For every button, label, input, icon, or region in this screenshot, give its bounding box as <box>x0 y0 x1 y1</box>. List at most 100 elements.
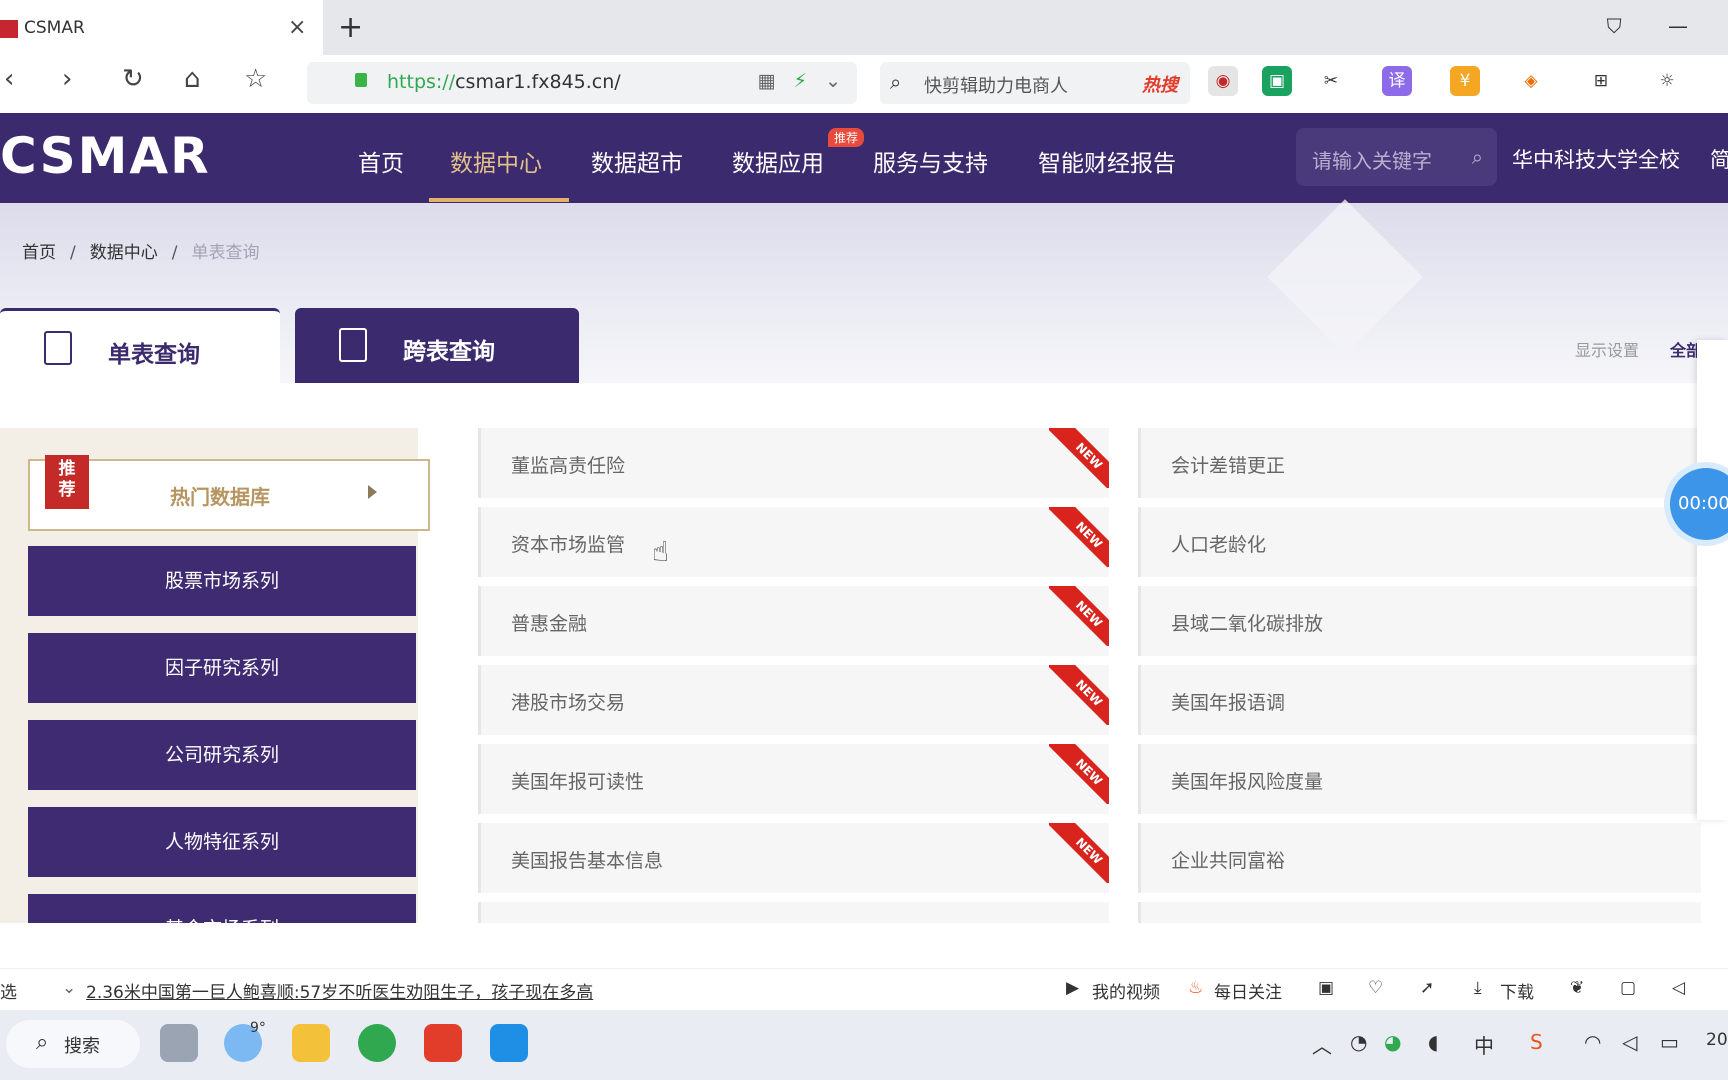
ime-indicator[interactable]: 中 <box>1474 1030 1494 1059</box>
site-search-placeholder: 请输入关键字 <box>1312 149 1432 173</box>
list-item[interactable]: 企业共同富裕 <box>1138 823 1701 893</box>
brightness-icon[interactable]: ☼ <box>1652 66 1682 96</box>
nav-data-market[interactable]: 数据超市 <box>591 144 683 178</box>
list-item[interactable]: 美国报告基本信息 NEW <box>478 823 1109 893</box>
download-link[interactable]: 下载 <box>1500 978 1534 1003</box>
coupon-icon[interactable]: ¥ <box>1450 66 1480 96</box>
speaker-icon[interactable]: ◁ <box>1672 978 1685 998</box>
minimize-icon[interactable]: — <box>1668 14 1688 38</box>
csmar-logo[interactable]: CSMAR <box>0 127 211 185</box>
taskbar-search-label: 搜索 <box>64 1036 100 1057</box>
window-controls: ⛉ — <box>1607 14 1728 38</box>
nav-active-underline <box>429 198 569 202</box>
list-item[interactable]: 美国年报风险度量 <box>1138 744 1701 814</box>
list-item[interactable]: 董监高责任险 NEW <box>478 428 1109 498</box>
list-item[interactable]: 人口老龄化 <box>1138 507 1701 577</box>
my-video-link[interactable]: 我的视频 <box>1092 978 1160 1003</box>
tab-cross-table-query[interactable]: 跨表查询 <box>295 308 579 383</box>
series-factor-research[interactable]: 因子研究系列 <box>28 633 416 703</box>
news-link[interactable]: 2.36米中国第一巨人鲍喜顺:57岁不听医生劝阻生子，孩子现在多高 <box>86 978 593 1003</box>
scissors-icon[interactable]: ✂ <box>1316 66 1346 96</box>
nav-data-apps[interactable]: 数据应用 <box>732 144 824 178</box>
site-search-input[interactable]: 请输入关键字 ⌕ <box>1296 128 1497 186</box>
breadcrumb-data-center[interactable]: 数据中心 <box>90 243 158 263</box>
apps-grid-icon[interactable]: ⊞ <box>1586 66 1616 96</box>
floating-toolbar[interactable] <box>1697 340 1728 820</box>
address-bar[interactable]: https://csmar1.fx845.cn/ ▦ ⚡ ⌄ <box>307 62 857 104</box>
battery-icon[interactable]: ▭ <box>1660 1030 1679 1054</box>
series-person-features[interactable]: 人物特征系列 <box>28 807 416 877</box>
game-controller-icon[interactable]: ◈ <box>1516 66 1546 96</box>
lightning-icon[interactable]: ⚡ <box>794 70 807 92</box>
translate-icon[interactable]: 译 <box>1382 66 1412 96</box>
list-item-partial[interactable] <box>478 902 1109 923</box>
tab-single-table-query[interactable]: 单表查询 <box>0 308 280 386</box>
list-item[interactable]: 资本市场监管 NEW <box>478 507 1109 577</box>
language-switch[interactable]: 简 <box>1710 144 1728 174</box>
tablet-app-icon[interactable] <box>490 1024 528 1062</box>
display-settings-link[interactable]: 显示设置 <box>1575 337 1639 361</box>
browser-search-box[interactable]: ⌕ 快剪辑助力电商人 热搜 <box>880 62 1190 104</box>
hot-search-label[interactable]: 热搜 <box>1142 71 1178 97</box>
series-company-research[interactable]: 公司研究系列 <box>28 720 416 790</box>
download-icon: ⤓ <box>1474 978 1482 998</box>
list-item[interactable]: 会计差错更正 <box>1138 428 1701 498</box>
breadcrumb-home[interactable]: 首页 <box>22 243 56 263</box>
status-left-text[interactable]: 选 <box>0 978 17 1003</box>
image-icon[interactable]: ▣ <box>1318 978 1334 998</box>
list-item[interactable]: 美国年报语调 <box>1138 665 1701 735</box>
clock[interactable]: 20 <box>1706 1030 1728 1050</box>
list-item[interactable]: 美国年报可读性 NEW <box>478 744 1109 814</box>
bookmark-star-icon[interactable]: ☆ <box>244 64 267 94</box>
list-item[interactable]: 县域二氧化碳排放 <box>1138 586 1701 656</box>
list-item-partial[interactable] <box>1138 902 1701 923</box>
home-icon[interactable]: ⌂ <box>184 64 201 94</box>
nav-home[interactable]: 首页 <box>358 144 404 178</box>
daily-follow-link[interactable]: 每日关注 <box>1214 978 1282 1003</box>
breadcrumb: 首页 / 数据中心 / 单表查询 <box>22 243 260 263</box>
forward-icon[interactable]: › <box>62 64 72 94</box>
tab-title: CSMAR <box>24 18 85 38</box>
qr-code-icon[interactable]: ▦ <box>758 70 776 92</box>
leaf-icon[interactable]: ❦ <box>1570 978 1584 998</box>
nav-service-support[interactable]: 服务与支持 <box>873 144 988 178</box>
task-view-icon[interactable] <box>160 1024 198 1062</box>
series-stock-market[interactable]: 股票市场系列 <box>28 546 416 616</box>
search-icon: ⌕ <box>890 70 902 94</box>
tray-chevron-up-icon[interactable]: ︿ <box>1312 1030 1332 1059</box>
heart-icon[interactable]: ♡ <box>1368 978 1383 998</box>
university-name[interactable]: 华中科技大学全校 <box>1512 144 1680 174</box>
list-item[interactable]: 普惠金融 NEW <box>478 586 1109 656</box>
back-icon[interactable]: ‹ <box>4 64 14 94</box>
url-text[interactable]: https://csmar1.fx845.cn/ <box>387 71 621 93</box>
list-item[interactable]: 港股市场交易 NEW <box>478 665 1109 735</box>
qq-icon[interactable]: ◔ <box>1350 1030 1367 1054</box>
nav-smart-report[interactable]: 智能财经报告 <box>1038 144 1176 178</box>
shirt-icon[interactable]: ⛉ <box>1607 14 1622 38</box>
chevron-down-icon[interactable]: ⌄ <box>825 70 841 92</box>
taskbar-search[interactable]: ⌕ 搜索 <box>6 1020 140 1068</box>
microphone-icon[interactable]: ◖ <box>1428 1030 1439 1054</box>
extension-book-icon[interactable]: ▣ <box>1262 66 1292 96</box>
browser-tab[interactable]: CSMAR × <box>0 0 323 55</box>
wechat-icon[interactable]: ◕ <box>1384 1030 1401 1054</box>
chevron-down-icon[interactable]: ⌄ <box>62 978 76 998</box>
wifi-icon[interactable]: ◠ <box>1584 1030 1601 1054</box>
new-tab-button[interactable]: + <box>338 10 363 45</box>
sogou-icon[interactable]: S <box>1530 1030 1543 1054</box>
breadcrumb-current: 单表查询 <box>191 243 260 263</box>
rocket-icon[interactable]: ➚ <box>1420 978 1434 998</box>
volume-icon[interactable]: ◁ <box>1622 1030 1637 1054</box>
extension-shield-icon[interactable]: ◉ <box>1208 66 1238 96</box>
wps-icon[interactable] <box>424 1024 462 1062</box>
window-icon[interactable]: ▢ <box>1620 978 1636 998</box>
nav-data-center[interactable]: 数据中心 <box>450 144 542 178</box>
close-tab-icon[interactable]: × <box>288 15 306 40</box>
series-fund-market[interactable]: 基金市场系列 <box>28 894 416 923</box>
search-icon[interactable]: ⌕ <box>1472 145 1483 169</box>
new-ribbon: NEW <box>1049 507 1109 567</box>
file-explorer-icon[interactable] <box>292 1024 330 1062</box>
browser-app-icon[interactable] <box>358 1024 396 1062</box>
new-ribbon: NEW <box>1049 665 1109 725</box>
reload-icon[interactable]: ↻ <box>122 64 144 94</box>
